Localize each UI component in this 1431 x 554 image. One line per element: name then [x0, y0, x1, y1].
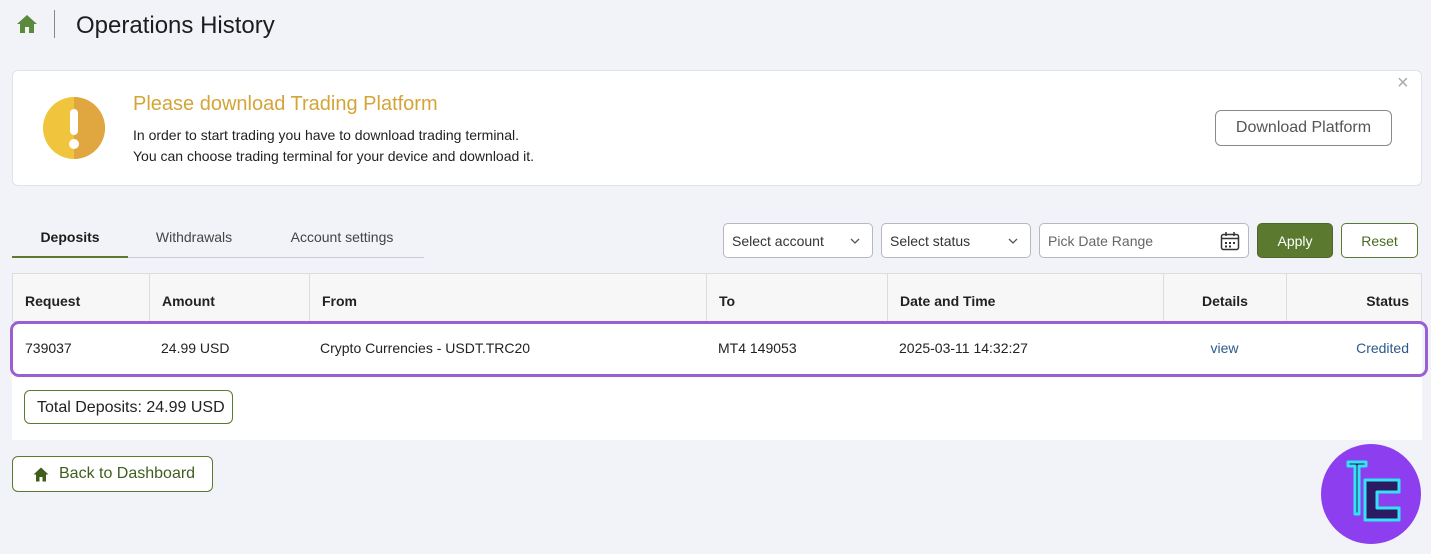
column-header-amount: Amount: [150, 274, 310, 322]
status-select-value: Select status: [890, 233, 971, 249]
column-header-to: To: [707, 274, 888, 322]
header-divider: [54, 10, 55, 38]
back-to-dashboard-button[interactable]: Back to Dashboard: [12, 456, 213, 492]
download-platform-button[interactable]: Download Platform: [1215, 110, 1392, 146]
banner-text-line-1: In order to start trading you have to do…: [133, 127, 519, 143]
chevron-down-icon: [850, 238, 860, 244]
calendar-icon[interactable]: [1220, 231, 1240, 251]
date-range-input[interactable]: Pick Date Range: [1039, 223, 1249, 258]
home-icon: [33, 467, 49, 482]
total-deposits: Total Deposits: 24.99 USD: [24, 390, 233, 424]
table-header: Request Amount From To Date and Time Det…: [12, 273, 1422, 322]
account-select-value: Select account: [732, 233, 824, 249]
home-icon[interactable]: [16, 14, 38, 34]
column-header-date-time: Date and Time: [888, 274, 1164, 322]
tc-logo-icon: [1321, 444, 1421, 544]
page-header: Operations History: [0, 0, 1431, 52]
banner-title: Please download Trading Platform: [133, 93, 438, 115]
row-highlight-frame: [10, 321, 1428, 377]
back-to-dashboard-label: Back to Dashboard: [59, 465, 196, 482]
tab-deposits[interactable]: Deposits: [12, 220, 128, 258]
tab-withdrawals[interactable]: Withdrawals: [136, 220, 252, 258]
chevron-down-icon: [1008, 238, 1018, 244]
tab-account-settings[interactable]: Account settings: [274, 220, 410, 258]
tabs-bar: Deposits Withdrawals Account settings: [12, 220, 424, 258]
close-icon[interactable]: ×: [1397, 73, 1409, 93]
page-title: Operations History: [76, 12, 275, 39]
apply-button[interactable]: Apply: [1257, 223, 1333, 258]
date-range-placeholder: Pick Date Range: [1048, 233, 1154, 249]
download-platform-banner: Please download Trading Platform In orde…: [12, 70, 1422, 186]
column-header-status: Status: [1366, 293, 1409, 309]
reset-button[interactable]: Reset: [1341, 223, 1418, 258]
status-select[interactable]: Select status: [881, 223, 1031, 258]
column-header-from: From: [310, 274, 707, 322]
column-header-request: Request: [13, 274, 150, 322]
account-select[interactable]: Select account: [723, 223, 873, 258]
column-header-details: Details: [1164, 274, 1287, 322]
exclamation-icon: [43, 97, 105, 159]
banner-text-line-2: You can choose trading terminal for your…: [133, 148, 535, 164]
